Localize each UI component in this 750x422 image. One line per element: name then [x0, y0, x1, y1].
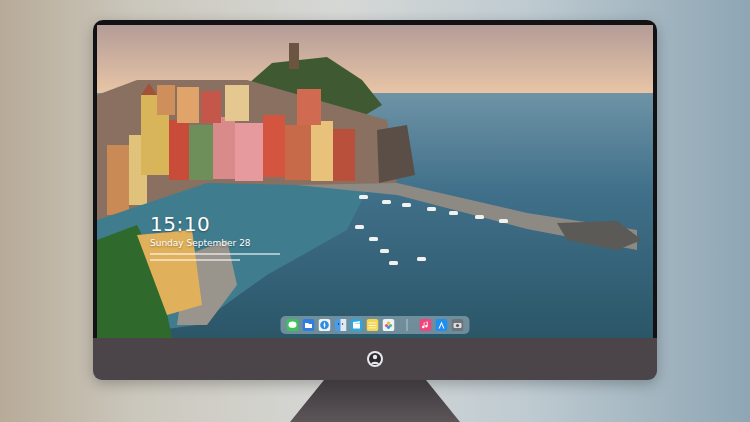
appstore-icon[interactable]: [436, 319, 448, 331]
files-icon[interactable]: [303, 319, 315, 331]
dock-separator: [407, 319, 408, 331]
notes-icon[interactable]: [367, 319, 379, 331]
video-icon[interactable]: [351, 319, 363, 331]
messages-icon[interactable]: [287, 319, 299, 331]
monitor-chin: [93, 338, 657, 380]
clock-time: 15:10: [150, 212, 280, 236]
wallpaper: [97, 25, 653, 338]
info-line: [150, 259, 240, 261]
monitor-stand: [290, 380, 460, 422]
music-icon[interactable]: [420, 319, 432, 331]
safari-icon[interactable]: [319, 319, 331, 331]
brand-logo-icon: [366, 350, 384, 368]
camera-icon[interactable]: [452, 319, 464, 331]
photos-icon[interactable]: [383, 319, 395, 331]
dock: [281, 316, 470, 334]
lock-screen: 15:10 Sunday September 28: [97, 25, 653, 338]
lock-clock: 15:10 Sunday September 28: [150, 212, 280, 261]
mockup-page: 15:10 Sunday September 28: [0, 0, 750, 422]
clock-date: Sunday September 28: [150, 238, 280, 249]
info-line: [150, 253, 280, 255]
monitor-bezel: 15:10 Sunday September 28: [93, 20, 657, 338]
finder-icon[interactable]: [335, 319, 347, 331]
monitor: 15:10 Sunday September 28: [93, 20, 657, 380]
